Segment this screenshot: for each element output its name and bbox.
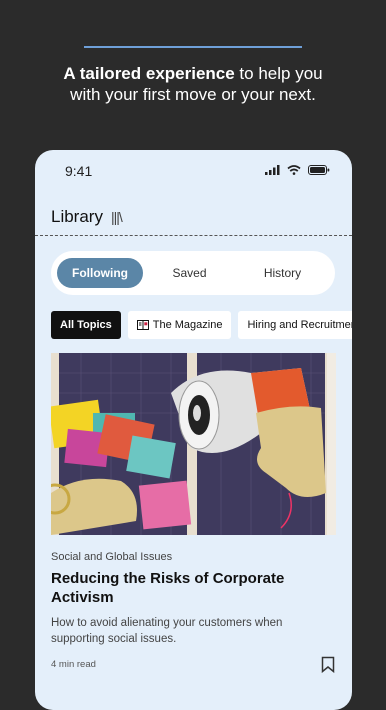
tab-following[interactable]: Following — [57, 258, 143, 288]
topic-chips: All Topics The Magazine Hiring and Recru… — [51, 311, 352, 339]
divider — [35, 235, 352, 236]
headline-line2: with your first move or your next. — [70, 85, 316, 104]
signal-icon — [265, 165, 280, 175]
page-title: Library — [51, 207, 103, 226]
bookmark-icon[interactable] — [321, 656, 335, 673]
status-time: 9:41 — [65, 163, 93, 179]
chip-all-topics[interactable]: All Topics — [51, 311, 121, 339]
library-header: Library |||\ — [51, 207, 123, 227]
books-icon: |||\ — [110, 209, 123, 225]
phone-screen: 9:41 Library |||\ Following Saved Histor… — [35, 150, 352, 710]
promo-headline: A tailored experience to help you with y… — [0, 63, 386, 105]
article-title[interactable]: Reducing the Risks of Corporate Activism — [51, 569, 321, 607]
article-image[interactable] — [51, 353, 336, 535]
magazine-icon — [136, 320, 149, 330]
battery-icon — [308, 165, 330, 175]
tab-saved[interactable]: Saved — [143, 258, 236, 288]
status-icons — [265, 165, 330, 175]
headline-bold: A tailored experience — [63, 64, 235, 83]
headline-rest: to help you — [234, 64, 323, 83]
chip-the-magazine[interactable]: The Magazine — [127, 311, 232, 339]
article-description: How to avoid alienating your customers w… — [51, 617, 283, 645]
article-category: Social and Global Issues — [51, 551, 173, 563]
chip-hiring-and-recruitment[interactable]: Hiring and Recruitment — [238, 311, 352, 339]
library-tabs: Following Saved History — [51, 251, 335, 295]
accent-line — [84, 46, 302, 48]
chip-label: The Magazine — [152, 319, 223, 331]
tab-history[interactable]: History — [236, 258, 329, 288]
wifi-icon — [287, 165, 301, 175]
read-time: 4 min read — [51, 659, 96, 670]
